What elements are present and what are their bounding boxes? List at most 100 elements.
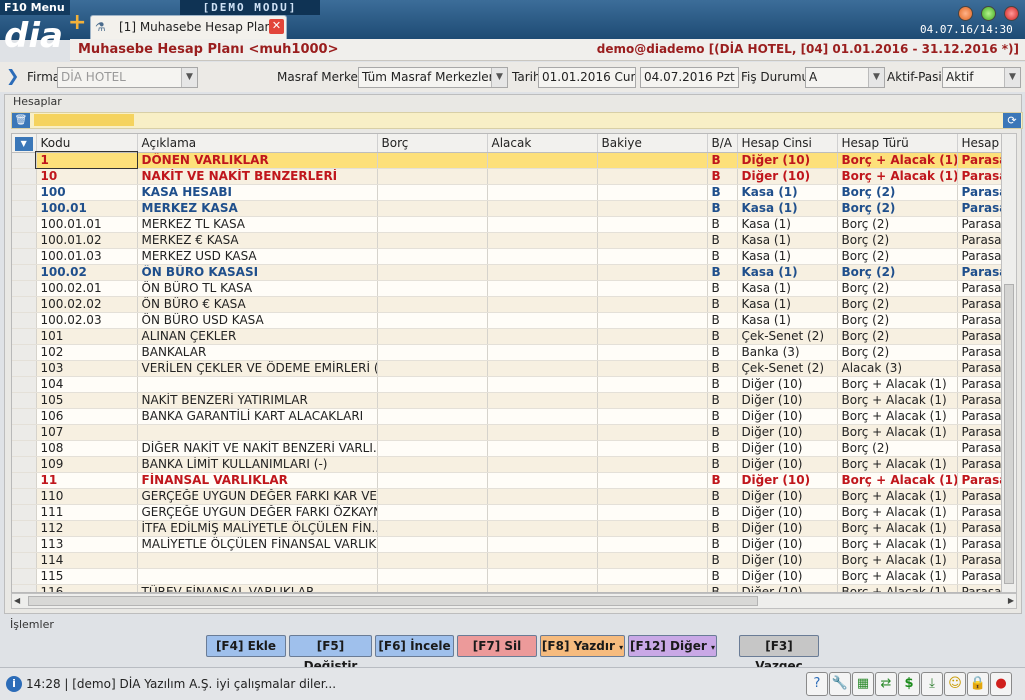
trash-icon[interactable]: 🗑 (12, 113, 30, 128)
table-row[interactable]: 112 İTFA EDİLMİŞ MALİYETLE ÖLÇÜLEN FİN...… (12, 520, 1004, 537)
new-tab-plus-icon[interactable]: + (68, 12, 86, 34)
scroll-right-icon[interactable]: ▶ (1008, 596, 1014, 605)
balance-cell (597, 248, 708, 265)
table-row[interactable]: 114 BDiğer (10)Borç + Alacak (1)Parasal ( (12, 552, 1004, 569)
vertical-scroll-thumb[interactable] (1004, 284, 1014, 584)
horizontal-scroll-thumb[interactable] (28, 596, 758, 606)
view-button[interactable]: [F6] İncele (375, 635, 454, 657)
masraf-merkezi-select[interactable]: Tüm Masraf Merkezleri ▼ (358, 67, 508, 88)
clock: 04.07.16/14:30 (920, 23, 1013, 36)
tab-close-icon[interactable]: ✕ (269, 19, 284, 34)
tools-icon[interactable]: 🔧 (829, 672, 851, 696)
table-row[interactable]: 100.01.01 MERKEZ TL KASA B Kasa (1) Borç (2)… (12, 216, 1004, 233)
description-cell (137, 552, 378, 569)
smiley-icon[interactable]: ☺ (944, 672, 966, 696)
tarih-end-input[interactable]: 04.07.2016 Pzt (640, 67, 739, 88)
account-t-cell: Parasal ( (957, 456, 1004, 473)
vertical-scrollbar[interactable] (1001, 133, 1017, 593)
column-header[interactable]: Hesap Türü (837, 134, 958, 153)
table-row[interactable]: 100.01.02 MERKEZ € KASA B Kasa (1) Borç (2) P… (12, 232, 1004, 249)
sync-icon[interactable]: ⇄ (875, 672, 897, 696)
scroll-left-icon[interactable]: ◀ (14, 596, 20, 605)
table-row[interactable]: 100KASA HESABI BKasa (1)Borç (2)Parasal (12, 184, 1004, 201)
grid-filter-input[interactable] (34, 114, 134, 126)
aktif-pasif-select[interactable]: Aktif ▼ (942, 67, 1021, 88)
table-row[interactable]: 100.02.03 ÖN BÜRO USD KASA B Kasa (1) Borç (… (12, 312, 1004, 329)
add-button[interactable]: [F4] Ekle (206, 635, 286, 657)
table-row[interactable]: 104 BDiğer (10)Borç + Alacak (1)Parasal ( (12, 376, 1004, 393)
table-row[interactable]: 113 MALİYETLE ÖLÇÜLEN FİNANSAL VARLIK... B… (12, 536, 1004, 553)
power-icon[interactable]: ● (990, 672, 1012, 696)
ba-cell: B (707, 568, 738, 585)
table-row[interactable]: 102BANKALAR BBanka (3)Borç (2)Parasal ( (12, 344, 1004, 361)
table-row[interactable]: 115 BDiğer (10)Borç + Alacak (1)Parasal ( (12, 568, 1004, 585)
more-button[interactable]: [F12] Diğer ▾ (628, 635, 717, 657)
fis-durumu-select[interactable]: A ▼ (805, 67, 885, 88)
refresh-icon[interactable]: ⟳ (1003, 113, 1021, 128)
table-row[interactable]: 11 FİNANSAL VARLIKLAR B Diğer (10) Borç + Al… (12, 472, 1004, 489)
column-header[interactable]: Bakiye (597, 134, 708, 153)
delete-button[interactable]: [F7] Sil (457, 635, 537, 657)
column-header[interactable]: Kodu (36, 134, 138, 153)
column-header[interactable]: Hesap T (957, 134, 1004, 153)
currency-icon[interactable]: $ (898, 672, 920, 696)
print-button-label: [F8] Yazdır (541, 639, 615, 653)
close-window-icon[interactable] (1004, 6, 1019, 21)
chevron-down-icon[interactable]: ▼ (868, 68, 884, 87)
table-row[interactable]: 106 BANKA GARANTİLİ KART ALACAKLARI B Diğer… (12, 408, 1004, 425)
column-header[interactable]: Borç (377, 134, 488, 153)
table-row[interactable]: 110 GERÇEĞE UYGUN DEĞER FARKI KAR VE... B D… (12, 488, 1004, 505)
horizontal-scrollbar[interactable]: ◀ ▶ (11, 593, 1017, 609)
firma-select[interactable]: DİA HOTEL ▼ (57, 67, 198, 88)
table-row[interactable]: 100.02 ÖN BÜRO KASASI B Kasa (1) Borç (2) Par… (12, 264, 1004, 281)
column-header[interactable]: Alacak (487, 134, 598, 153)
lock-icon[interactable]: 🔒 (967, 672, 989, 696)
edit-button[interactable]: [F5] Değiştir (289, 635, 372, 673)
account-type-cell: Borç + Alacak (1) (837, 168, 958, 185)
table-row[interactable]: 100.01.03 MERKEZ USD KASA B Kasa (1) Borç (2… (12, 248, 1004, 265)
code-cell: 114 (36, 552, 138, 569)
table-row[interactable]: 101 ALINAN ÇEKLER B Çek-Senet (2) Borç (2) Pa… (12, 328, 1004, 345)
table-row[interactable]: 100.01MERKEZ KASA BKasa (1)Borç (2)Parasa… (12, 200, 1004, 217)
ba-cell: B (707, 360, 738, 377)
table-row[interactable]: 109 BANKA LİMİT KULLANIMLARI (-) B Diğer (1… (12, 456, 1004, 473)
column-header[interactable]: Hesap Cinsi (737, 134, 838, 153)
table-row[interactable]: 10 NAKİT VE NAKİT BENZERLERİ B Diğer (10) Bo… (12, 168, 1004, 185)
code-cell: 115 (36, 568, 138, 585)
table-row[interactable]: 116 TÜREV FİNANSAL VARLIKLAR B Diğer (10) Bo… (12, 584, 1004, 592)
account-t-cell: Parasal (957, 472, 1004, 489)
table-header-row: ▼ Kodu Açıklama Borç Alacak Bakiye B/A H… (12, 134, 1004, 153)
chevron-down-icon[interactable]: ▼ (491, 68, 507, 87)
description-cell: MERKEZ USD KASA (137, 248, 378, 265)
column-header[interactable]: Açıklama (137, 134, 378, 153)
ba-cell: B (707, 184, 738, 201)
tab-muhasebe-hesap-plani[interactable]: ⚗ [1] Muhasebe Hesap Planı ✕ (90, 15, 287, 39)
debit-cell (377, 360, 488, 377)
table-row[interactable]: 103 VERİLEN ÇEKLER VE ÖDEME EMİRLERİ (-) B… (12, 360, 1004, 377)
table-row[interactable]: 1 DÖNEN VARLIKLAR B Diğer (10) Borç + Alacak… (12, 151, 1004, 169)
table-row[interactable]: 100.02.02 ÖN BÜRO € KASA B Kasa (1) Borç (2)… (12, 296, 1004, 313)
calculator-icon[interactable]: ▦ (852, 672, 874, 696)
minimize-icon[interactable] (958, 6, 973, 21)
balance-cell (597, 472, 708, 489)
f10-menu-button[interactable]: F10 Menu (0, 0, 70, 15)
chevron-down-icon[interactable]: ▼ (1004, 68, 1020, 87)
table-row[interactable]: 108 DİĞER NAKİT VE NAKİT BENZERİ VARLI...… (12, 440, 1004, 457)
help-icon[interactable]: ? (806, 672, 828, 696)
account-t-cell: Parasal (957, 152, 1004, 169)
table-row[interactable]: 107 BDiğer (10)Borç + Alacak (1)Parasal ( (12, 424, 1004, 441)
account-t-cell: Parasal ( (957, 296, 1004, 313)
table-row[interactable]: 111 GERÇEĞE UYGUN DEĞER FARKI ÖZKAYN... B D… (12, 504, 1004, 521)
table-row[interactable]: 105 NAKİT BENZERİ YATIRIMLAR B Diğer (10) Bo… (12, 392, 1004, 409)
chevron-down-icon[interactable]: ▼ (181, 68, 197, 87)
print-button[interactable]: [F8] Yazdır ▾ (540, 635, 625, 657)
download-icon[interactable]: ⤓ (921, 672, 943, 696)
column-chooser-icon[interactable]: ▼ (12, 134, 37, 153)
code-cell: 100.01.03 (36, 248, 138, 265)
account-kind-cell: Diğer (10) (737, 424, 838, 441)
column-header[interactable]: B/A (707, 134, 738, 153)
table-row[interactable]: 100.02.01 ÖN BÜRO TL KASA B Kasa (1) Borç (2… (12, 280, 1004, 297)
tarih-start-input[interactable]: 01.01.2016 Cum (538, 67, 636, 88)
maximize-icon[interactable] (981, 6, 996, 21)
cancel-button[interactable]: [F3] Vazgeç (739, 635, 819, 673)
